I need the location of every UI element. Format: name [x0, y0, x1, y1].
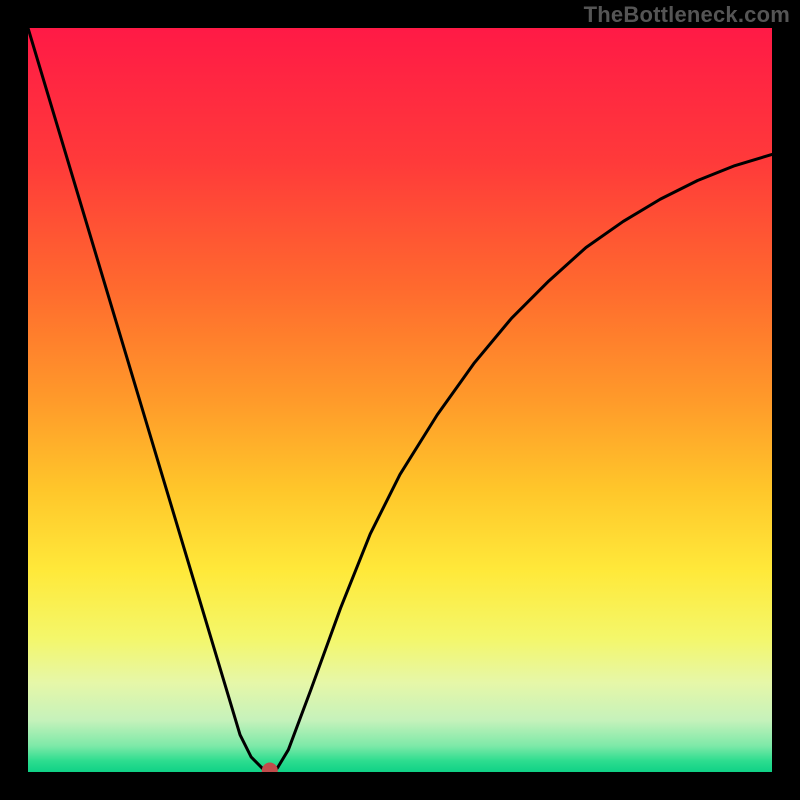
bottleneck-curve-chart — [28, 28, 772, 772]
chart-frame: TheBottleneck.com — [0, 0, 800, 800]
watermark-text: TheBottleneck.com — [584, 2, 790, 28]
plot-area — [28, 28, 772, 772]
